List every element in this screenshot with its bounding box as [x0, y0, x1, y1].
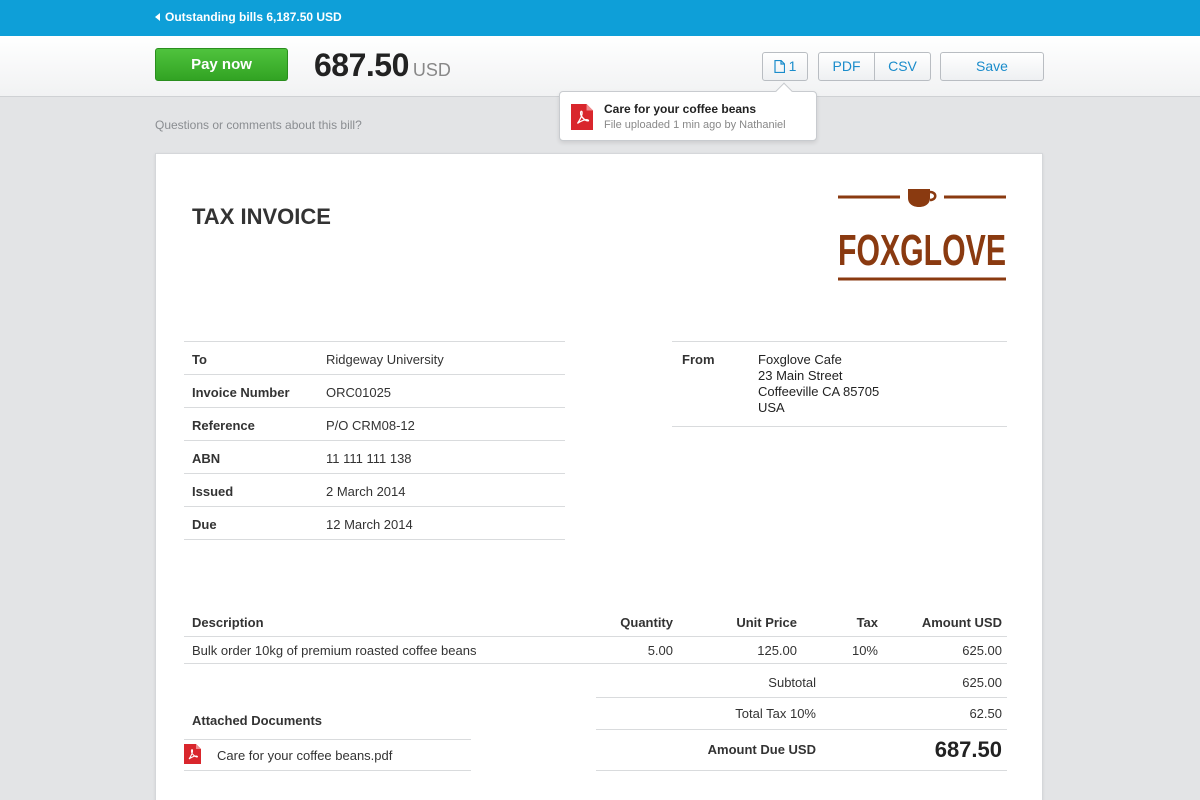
address-line: Foxglove Cafe — [758, 352, 842, 367]
detail-value: 12 March 2014 — [326, 517, 413, 532]
col-header-tax: Tax — [856, 615, 878, 630]
total-tax-value: 62.50 — [969, 706, 1002, 721]
detail-label: ABN — [192, 451, 221, 466]
from-address: From Foxglove Cafe 23 Main Street Coffee… — [672, 341, 1007, 427]
detail-value: 2 March 2014 — [326, 484, 406, 499]
bill-amount: 687.50 USD — [314, 47, 451, 84]
invoice-title: TAX INVOICE — [192, 204, 331, 229]
bill-amount-value: 687.50 — [314, 47, 409, 83]
tooltip-file-subtitle: File uploaded 1 min ago by Nathaniel — [604, 119, 786, 131]
questions-link[interactable]: Questions or comments about this bill? — [155, 118, 362, 132]
item-amount: 625.00 — [962, 643, 1002, 658]
pdf-button[interactable]: PDF — [818, 52, 875, 81]
invoice-details: To Ridgeway University Invoice Number OR… — [184, 341, 565, 540]
bill-currency: USD — [412, 60, 451, 80]
amount-due-label: Amount Due USD — [707, 742, 816, 757]
divider — [596, 729, 1007, 730]
subtotal-value: 625.00 — [962, 675, 1002, 690]
divider — [184, 663, 1007, 664]
amount-due-value: 687.50 — [934, 737, 1002, 762]
detail-value: ORC01025 — [326, 385, 392, 400]
item-tax: 10% — [851, 643, 878, 658]
outstanding-bills-label: Outstanding bills 6,187.50 USD — [165, 10, 342, 24]
divider — [596, 770, 1007, 771]
foxglove-logo: FOXGLOVE — [838, 189, 1006, 281]
pay-now-button[interactable]: Pay now — [155, 48, 288, 81]
detail-row-issued: Issued 2 March 2014 — [184, 474, 565, 507]
document-icon — [773, 60, 785, 73]
detail-row-to: To Ridgeway University — [184, 342, 565, 375]
divider — [184, 770, 471, 771]
outstanding-bills-link[interactable]: Outstanding bills 6,187.50 USD — [155, 10, 342, 24]
total-tax-label: Total Tax 10% — [735, 706, 816, 721]
tooltip-file-title[interactable]: Care for your coffee beans — [604, 102, 756, 116]
attached-files-button[interactable]: 1 — [762, 52, 808, 81]
divider — [596, 697, 1007, 698]
logo-wordmark: FOXGLOVE — [838, 226, 1006, 275]
header-bar: Pay now 687.50 USD 1 PDF CSV Save — [0, 36, 1200, 97]
attached-files-count: 1 — [788, 58, 797, 74]
detail-row-reference: Reference P/O CRM08-12 — [184, 408, 565, 441]
item-unit-price: 125.00 — [757, 643, 797, 658]
detail-value: P/O CRM08-12 — [326, 418, 415, 433]
csv-button[interactable]: CSV — [874, 52, 931, 81]
save-button[interactable]: Save — [940, 52, 1044, 81]
divider — [184, 636, 1007, 637]
top-bar: Outstanding bills 6,187.50 USD — [0, 0, 1200, 36]
pdf-icon — [184, 744, 201, 764]
item-description: Bulk order 10kg of premium roasted coffe… — [192, 643, 477, 658]
detail-label: To — [192, 352, 207, 367]
from-label: From — [682, 352, 715, 367]
attachment-name: Care for your coffee beans.pdf — [217, 748, 393, 763]
detail-label: Issued — [192, 484, 234, 499]
divider — [184, 739, 471, 740]
detail-value: Ridgeway University — [326, 352, 444, 367]
attached-documents-title: Attached Documents — [192, 713, 323, 728]
pdf-icon — [571, 104, 593, 130]
col-header-amount: Amount USD — [921, 615, 1002, 630]
address-line: Coffeeville CA 85705 — [758, 384, 880, 399]
detail-row-due: Due 12 March 2014 — [184, 507, 565, 540]
col-header-description: Description — [192, 615, 264, 630]
detail-label: Reference — [192, 418, 255, 433]
subtotal-label: Subtotal — [768, 675, 816, 690]
col-header-quantity: Quantity — [620, 615, 673, 630]
file-tooltip: Care for your coffee beans File uploaded… — [559, 82, 817, 141]
address-line: 23 Main Street — [758, 368, 843, 383]
item-quantity: 5.00 — [647, 643, 673, 658]
from-address-lines: Foxglove Cafe 23 Main Street Coffeeville… — [758, 352, 879, 416]
chevron-left-icon — [155, 13, 160, 21]
detail-value: 11 111 111 138 — [326, 451, 412, 466]
address-line: USA — [758, 400, 785, 415]
detail-row-abn: ABN 11 111 111 138 — [184, 441, 565, 474]
detail-label: Due — [192, 517, 217, 532]
col-header-unit-price: Unit Price — [736, 615, 797, 630]
detail-label: Invoice Number — [192, 385, 290, 400]
detail-row-invoice-number: Invoice Number ORC01025 — [184, 375, 565, 408]
